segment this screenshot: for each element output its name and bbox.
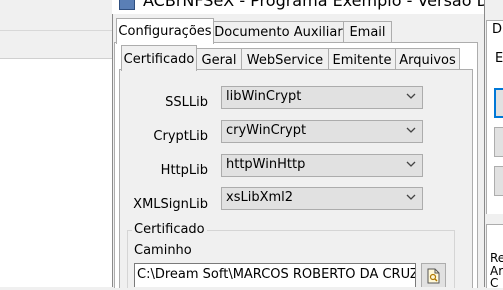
browse-certificate-button[interactable] [421,263,446,287]
window-title: ACBrNFSeX - Programa Exemplo - Versão De… [143,0,484,10]
certificado-group-legend: Certificado [132,222,207,237]
caminho-label: Caminho [134,243,192,258]
tab-webservice[interactable]: WebService [241,48,329,70]
chevron-down-icon [406,194,416,200]
right-button-selected[interactable] [494,88,503,118]
caminho-value: C:\Dream Soft\MARCOS ROBERTO DA CRUZ [137,267,416,282]
httplib-label: HttpLib [160,163,208,178]
tab-email[interactable]: Email [343,21,392,43]
xmlsignlib-value: xsLibXml2 [226,190,294,205]
document-search-icon [427,268,440,284]
log-line: Re [490,251,503,265]
tab-certificado[interactable]: Certificado [121,45,197,71]
httplib-select[interactable]: httpWinHttp [221,154,423,177]
caminho-input[interactable]: C:\Dream Soft\MARCOS ROBERTO DA CRUZ [134,263,416,287]
xmlsignlib-select[interactable]: xsLibXml2 [221,187,423,210]
chevron-down-icon [406,127,416,133]
right-label: E [495,51,503,66]
divider [0,30,112,31]
tab-emitente[interactable]: Emitente [328,48,396,70]
chevron-down-icon [406,161,416,167]
cryptlib-label: CryptLib [153,129,208,144]
ssllib-select[interactable]: libWinCrypt [221,86,423,109]
background-panel [0,59,112,287]
log-line: C [490,276,499,290]
httplib-value: httpWinHttp [226,157,306,172]
right-tab-label: D [492,22,503,37]
xmlsignlib-label: XMLSignLib [133,197,208,212]
tab-geral[interactable]: Geral [196,48,242,70]
app-icon [119,0,135,10]
title-bar: ACBrNFSeX - Programa Exemplo - Versão De… [112,0,484,14]
chevron-down-icon [406,93,416,99]
ssllib-value: libWinCrypt [226,89,302,104]
tab-arquivos[interactable]: Arquivos [395,48,460,70]
cryptlib-select[interactable]: cryWinCrypt [221,120,423,143]
tab-documento-auxiliar[interactable]: Documento Auxiliar [213,21,344,43]
tab-configuracoes[interactable]: Configurações [116,18,214,44]
cryptlib-value: cryWinCrypt [226,123,307,138]
right-button[interactable] [494,166,503,196]
ssllib-label: SSLLib [165,95,208,110]
right-button[interactable] [494,127,503,157]
